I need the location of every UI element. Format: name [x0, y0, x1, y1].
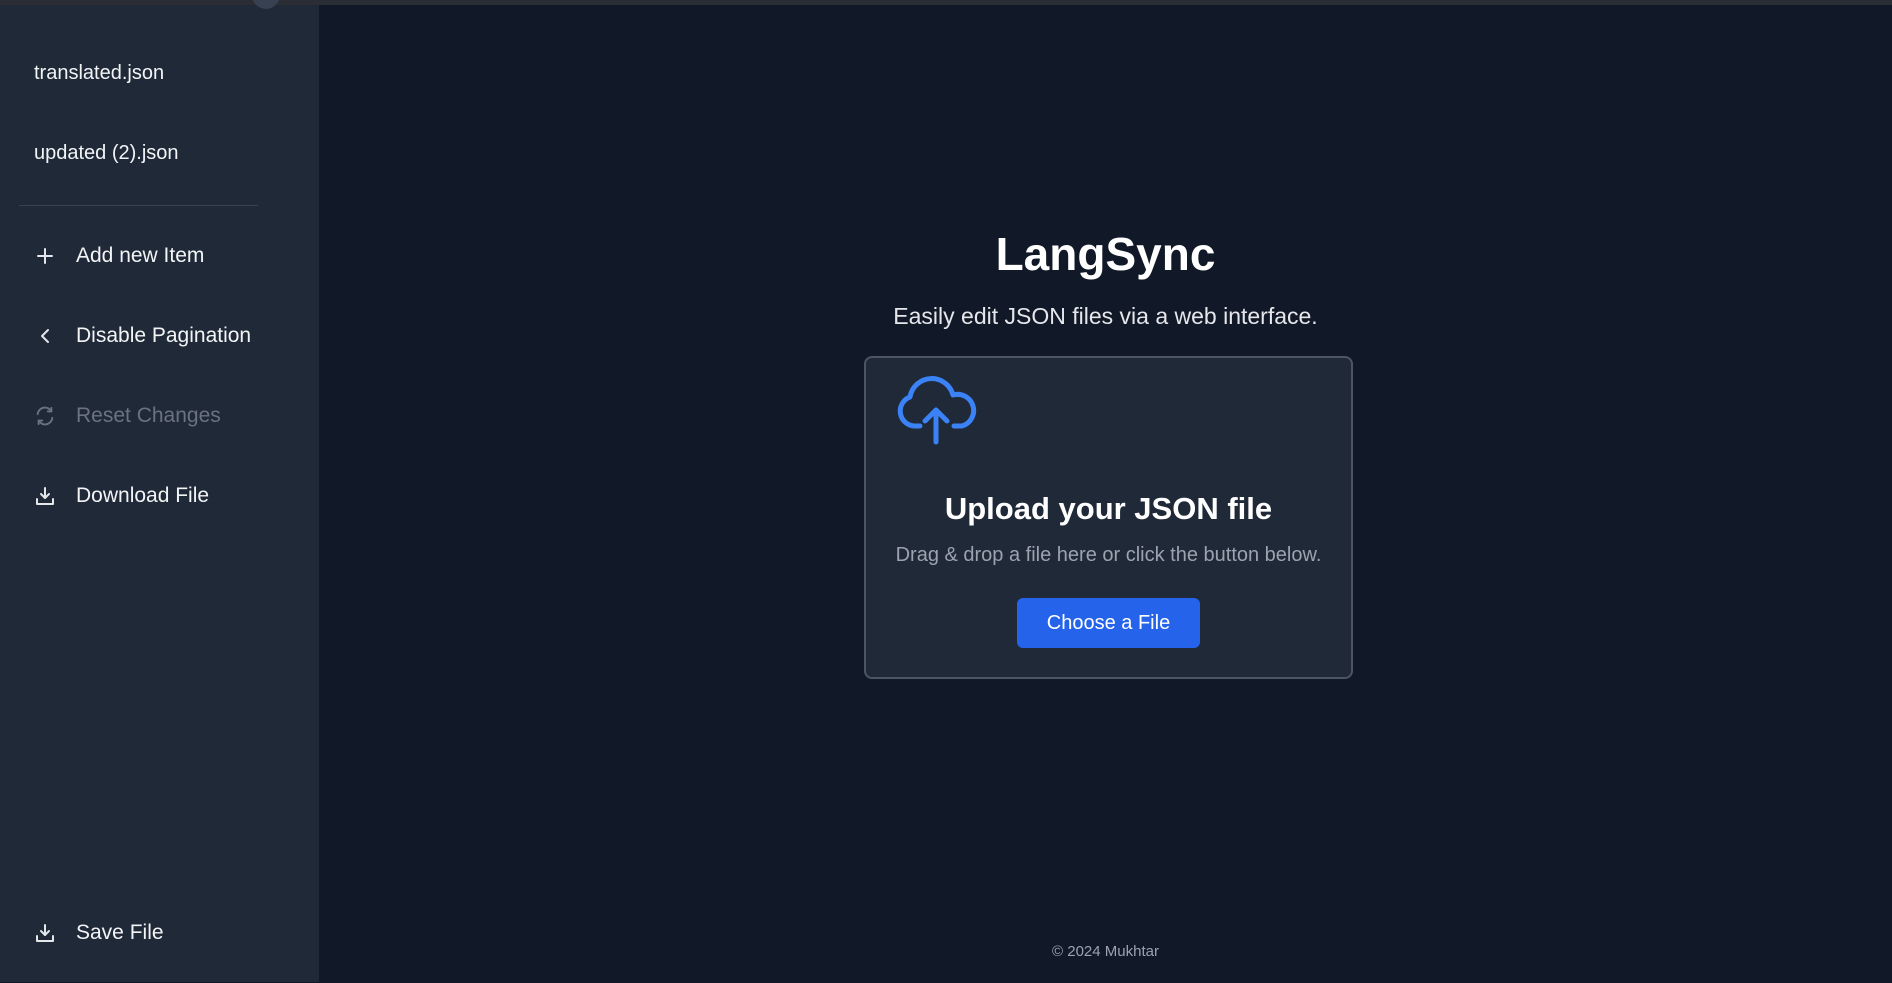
choose-file-button[interactable]: Choose a File: [1017, 598, 1200, 648]
main-content: LangSync Easily edit JSON files via a we…: [319, 5, 1892, 982]
page-title: LangSync: [995, 228, 1216, 280]
add-new-item-button[interactable]: Add new Item: [34, 236, 204, 276]
refresh-icon: [34, 405, 56, 427]
download-icon: [34, 485, 56, 507]
plus-icon: [34, 245, 56, 267]
download-file-label: Download File: [76, 484, 210, 507]
download-icon: [34, 922, 56, 944]
add-new-item-label: Add new Item: [76, 244, 205, 267]
sidebar-toggle-handle[interactable]: [252, 0, 280, 9]
file-item-translated[interactable]: translated.json: [34, 62, 164, 85]
upload-description: Drag & drop a file here or click the but…: [895, 544, 1322, 566]
cloud-upload-icon: [896, 374, 978, 446]
save-file-label: Save File: [76, 921, 164, 944]
disable-pagination-button[interactable]: Disable Pagination: [34, 316, 251, 356]
reset-changes-label: Reset Changes: [76, 404, 221, 427]
upload-title: Upload your JSON file: [944, 491, 1273, 526]
file-item-updated[interactable]: updated (2).json: [34, 142, 179, 165]
sidebar: translated.json updated (2).json Add new…: [0, 0, 319, 982]
app-container: translated.json updated (2).json Add new…: [0, 0, 1892, 982]
save-file-button[interactable]: Save File: [34, 913, 164, 953]
footer-copyright: © 2024 Mukhtar: [1052, 943, 1159, 960]
chevron-left-icon: [34, 325, 56, 347]
reset-changes-button[interactable]: Reset Changes: [34, 396, 221, 436]
download-file-button[interactable]: Download File: [34, 476, 209, 516]
sidebar-divider: [19, 205, 258, 206]
disable-pagination-label: Disable Pagination: [76, 324, 252, 347]
page-subtitle: Easily edit JSON files via a web interfa…: [893, 303, 1318, 329]
upload-dropzone[interactable]: Upload your JSON file Drag & drop a file…: [864, 356, 1353, 679]
